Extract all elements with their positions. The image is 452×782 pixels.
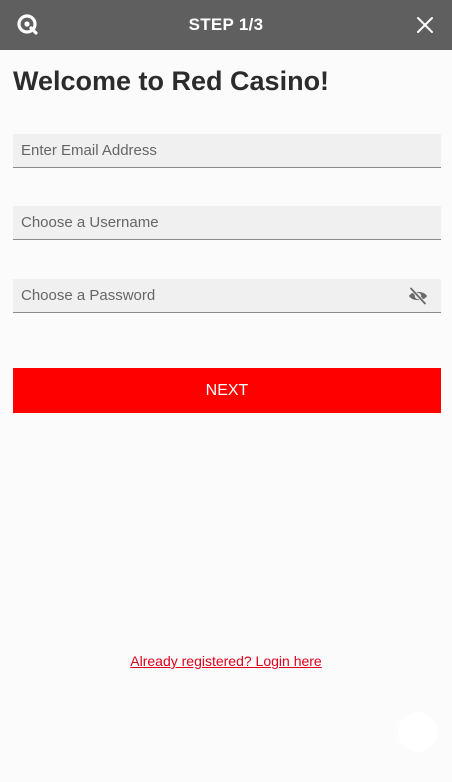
next-button[interactable]: NEXT [13,368,441,413]
username-input[interactable] [13,206,441,239]
eye-slash-icon[interactable] [408,286,428,306]
close-button[interactable] [412,12,438,38]
step-indicator: STEP 1/3 [188,15,264,34]
login-link[interactable]: Already registered? Login here [0,653,452,669]
username-field[interactable] [13,206,441,240]
brand-logo-icon [16,13,40,37]
close-icon [417,17,433,33]
email-input[interactable] [13,134,441,167]
page-title: Welcome to Red Casino! [13,66,330,96]
password-field[interactable] [13,279,441,313]
scroll-to-top-button[interactable] [398,712,438,752]
password-input[interactable] [13,279,441,312]
email-field[interactable] [13,134,441,168]
modal-header: STEP 1/3 [0,0,452,50]
arrow-up-icon [411,724,425,740]
registration-modal: STEP 1/3 Welcome to Red Casino! NEXT Alr… [0,0,452,782]
